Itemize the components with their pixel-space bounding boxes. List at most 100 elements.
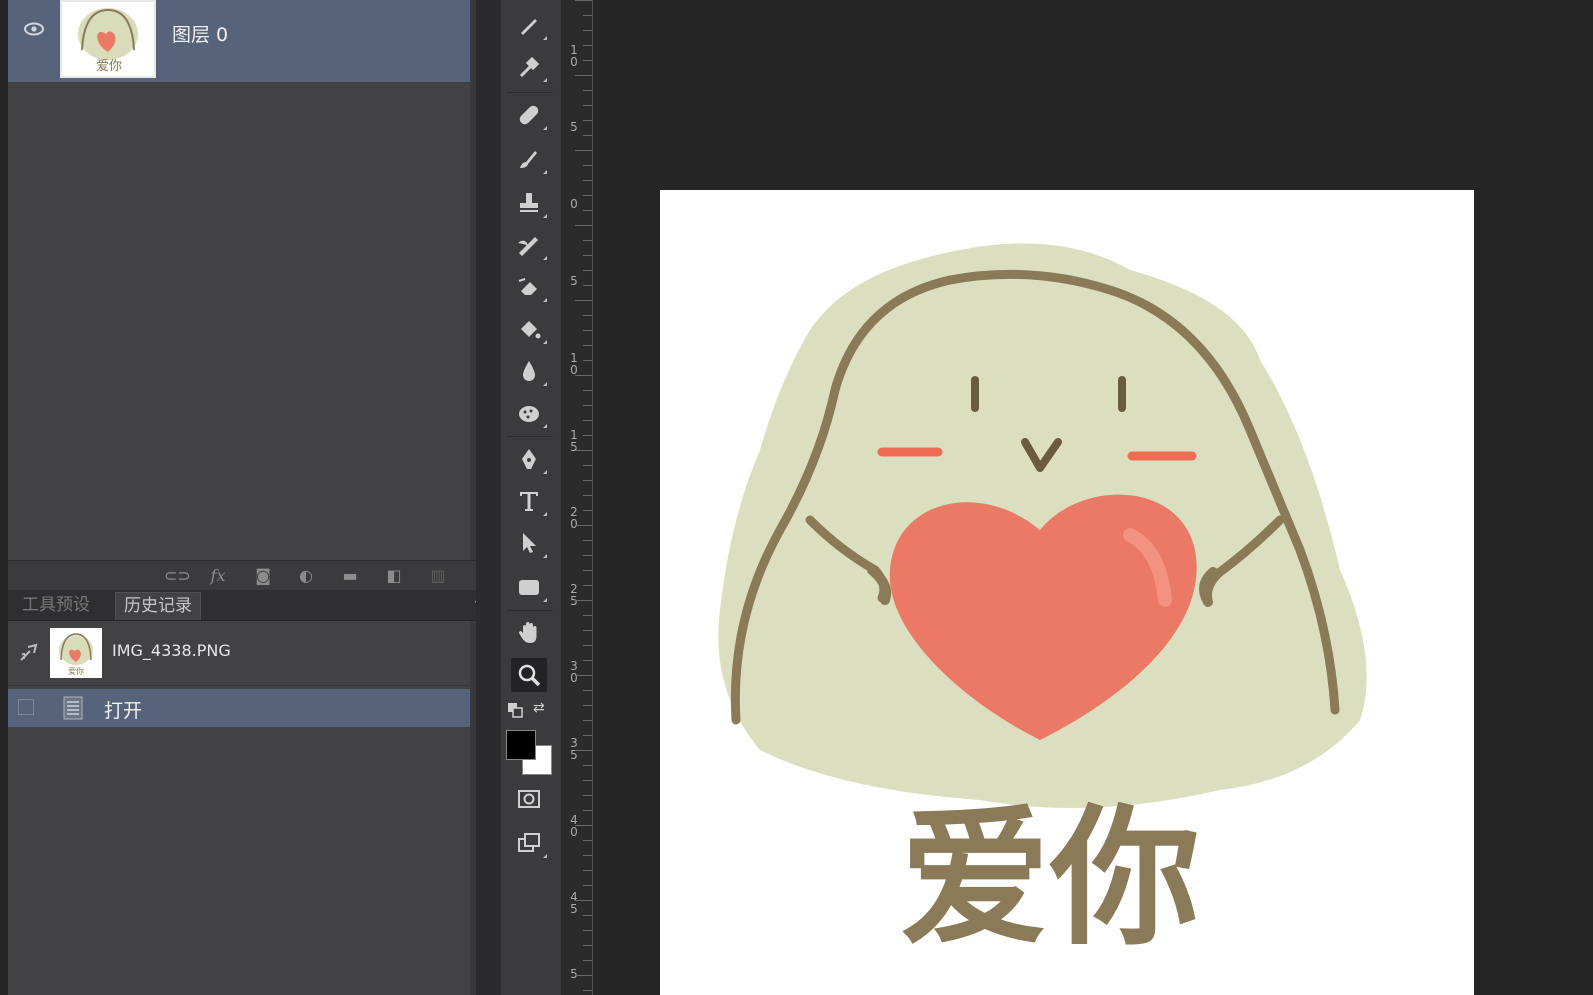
tool-type[interactable] (511, 484, 547, 518)
history-tab-bar: 工具预设 历史记录 ▾≡ (8, 590, 500, 621)
ruler-tick (583, 645, 592, 646)
eye-icon[interactable] (23, 20, 45, 38)
layer-row[interactable]: 爱你 图层 0 (8, 0, 476, 82)
link-layers-icon[interactable]: ⊂⊃ (164, 567, 191, 585)
tool-pen[interactable] (511, 442, 547, 476)
ruler-tick (583, 135, 592, 136)
artwork-caption: 爱你 (900, 792, 1200, 966)
layer-mask-icon[interactable]: ◙ (253, 567, 273, 585)
ruler-tick (583, 420, 592, 421)
tool-pen-cursor[interactable] (511, 8, 547, 42)
pen-icon (522, 449, 536, 469)
trash-icon[interactable]: ▥ (428, 567, 448, 585)
ruler-tick (575, 675, 592, 676)
ruler-tick (583, 360, 592, 361)
tool-blur[interactable] (511, 354, 547, 388)
layer-thumbnail[interactable]: 爱你 (60, 0, 156, 78)
tool-sponge[interactable] (511, 396, 547, 430)
ruler-tick (583, 555, 592, 556)
tool-healing[interactable] (511, 98, 547, 132)
ruler-tick (583, 915, 592, 916)
zoom-icon (518, 664, 541, 687)
stamp-icon (520, 193, 538, 212)
ruler-tick (583, 165, 592, 166)
state-checkbox[interactable] (18, 699, 34, 715)
ruler-tick (575, 0, 592, 1)
adjustment-layer-icon[interactable]: ◐ (296, 567, 316, 585)
tool-eraser[interactable] (511, 270, 547, 304)
ruler-tick (583, 690, 592, 691)
tool-quick-mask[interactable] (511, 782, 547, 816)
ruler-label: 0 (570, 197, 578, 211)
ruler-tick (575, 225, 592, 226)
path-select-icon (523, 533, 536, 553)
ruler-tick (575, 975, 592, 976)
ruler-tick (575, 825, 592, 826)
ruler-tick (583, 405, 592, 406)
ruler-tick (583, 30, 592, 31)
rectangle-icon (519, 580, 539, 595)
tool-zoom[interactable] (511, 658, 547, 692)
ruler-tick (583, 390, 592, 391)
snapshot-name: IMG_4338.PNG (112, 641, 231, 660)
pen-cursor-icon (521, 19, 537, 35)
ruler-tick (583, 660, 592, 661)
arrange-icon (518, 833, 540, 852)
foreground-color-swatch[interactable] (506, 730, 536, 760)
ruler-tick (575, 750, 592, 751)
ruler-tick (575, 375, 592, 376)
folder-icon[interactable]: ▬ (340, 567, 360, 585)
default-colors-icon[interactable] (507, 702, 523, 718)
tool-path-selection[interactable] (511, 526, 547, 560)
tool-stamp[interactable] (511, 186, 547, 220)
swap-colors-icon[interactable]: ⇄ (533, 700, 545, 716)
tool-eyedropper[interactable] (511, 50, 547, 84)
ruler-tick (575, 900, 592, 901)
artwork-illustration: 爱你 (718, 243, 1367, 966)
ruler-tick (575, 450, 592, 451)
history-panel: 爱你 IMG_4338.PNG 打开 (8, 621, 476, 995)
document-icon (63, 696, 83, 720)
ruler-tick (583, 945, 592, 946)
ruler-label: 20 (570, 505, 578, 531)
ruler-tick (583, 285, 592, 286)
ruler-tick (583, 105, 592, 106)
ruler-tick (583, 795, 592, 796)
ruler-label: 10 (570, 351, 578, 377)
history-snapshot[interactable]: 爱你 IMG_4338.PNG (8, 621, 476, 686)
ruler-tick (583, 780, 592, 781)
state-label: 打开 (104, 700, 143, 722)
ruler-label: 45 (570, 890, 578, 916)
panel-divider (476, 0, 500, 995)
tool-history-brush[interactable] (511, 228, 547, 262)
tool-screen-mode[interactable] (511, 826, 547, 860)
ruler-label: 5 (570, 120, 578, 134)
brush-icon (520, 151, 537, 168)
ruler-tick (583, 540, 592, 541)
tool-rectangle[interactable] (511, 570, 547, 604)
sponge-icon (519, 406, 539, 422)
tool-hand[interactable] (511, 616, 547, 650)
fx-icon[interactable]: fx (208, 567, 228, 585)
tools-toolbar: ⇄ (500, 0, 562, 995)
layer-name[interactable]: 图层 0 (172, 20, 228, 47)
ruler-tick (583, 585, 592, 586)
tool-paint-bucket[interactable] (511, 312, 547, 346)
history-brush-source-icon[interactable] (18, 641, 40, 663)
tab-history[interactable]: 历史记录 (115, 592, 201, 620)
layers-footer-toolbar: ⊂⊃ fx ◙ ◐ ▬ ◧ ▥ (8, 560, 500, 591)
ruler-tick (583, 15, 592, 16)
ruler-tick (575, 525, 592, 526)
vertical-ruler[interactable]: 1050510152025303540455 (561, 0, 593, 995)
history-state-row[interactable]: 打开 (8, 689, 476, 727)
tab-tool-presets[interactable]: 工具预设 (14, 592, 98, 619)
snapshot-thumbnail: 爱你 (50, 628, 102, 678)
document-canvas[interactable]: 爱你 (660, 190, 1474, 995)
new-layer-icon[interactable]: ◧ (384, 567, 404, 585)
ruler-tick (583, 435, 592, 436)
ruler-tick (583, 240, 592, 241)
tool-brush[interactable] (511, 142, 547, 176)
eraser-icon (518, 278, 537, 295)
ruler-label: 30 (570, 659, 578, 685)
ruler-tick (583, 480, 592, 481)
